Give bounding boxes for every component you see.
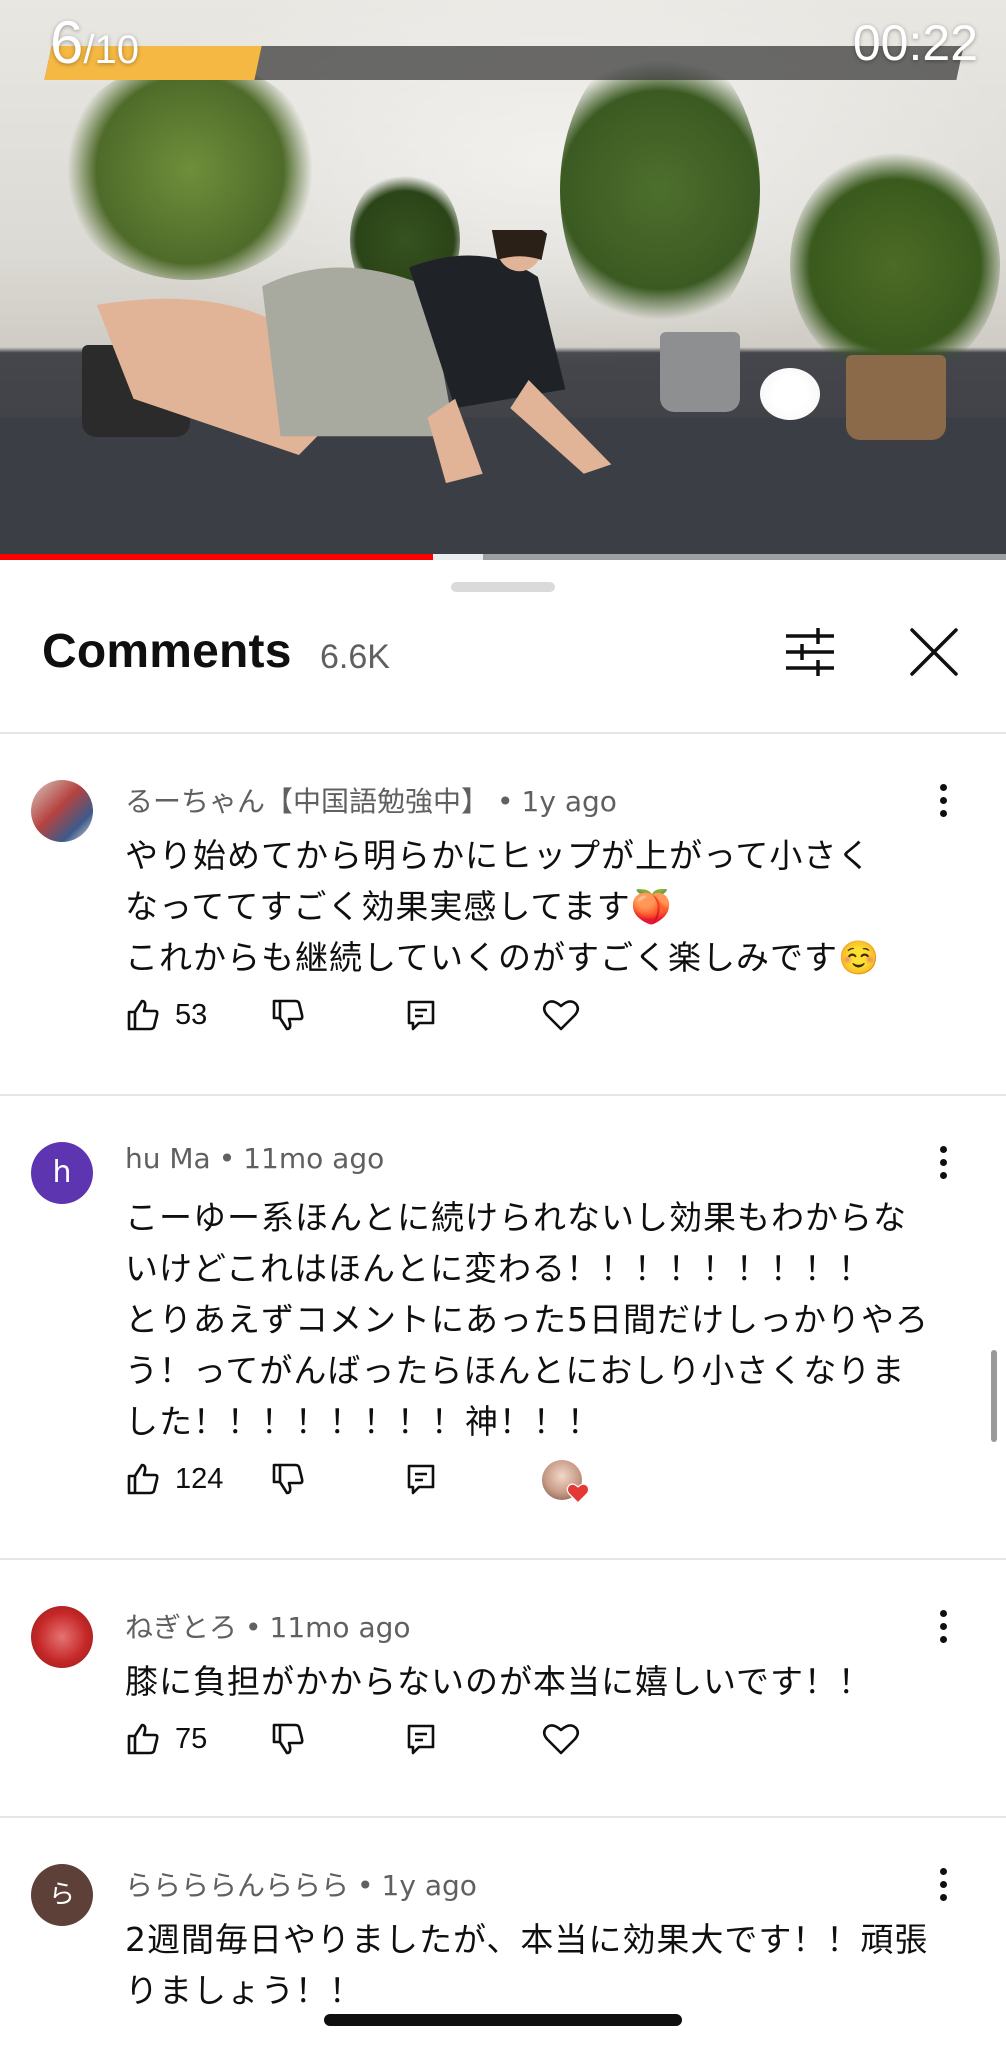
dislike-button[interactable]	[270, 990, 306, 1040]
reply-button[interactable]	[403, 990, 439, 1040]
comment-meta: hu Ma • 11mo ago	[125, 1142, 385, 1175]
like-button[interactable]: 124	[125, 1454, 223, 1504]
comment-time: 1y ago	[381, 1869, 477, 1902]
more-button[interactable]	[928, 1604, 958, 1652]
set-total: /10	[83, 28, 139, 72]
reply-icon	[407, 1464, 435, 1495]
sort-filter-button[interactable]	[780, 622, 840, 682]
sliders-icon	[786, 628, 834, 676]
comment-actions: 53	[125, 990, 625, 1040]
more-vertical-icon	[928, 1868, 958, 1901]
reply-button[interactable]	[403, 1454, 439, 1504]
comment-line: りましょう！！	[125, 1971, 363, 2010]
thumbs-down-icon	[272, 1723, 304, 1755]
avatar[interactable]: ら	[31, 1864, 93, 1926]
comment-time: 1y ago	[521, 785, 617, 818]
scrollbar[interactable]	[991, 1350, 997, 1442]
comment-meta: ららららんららら • 1y ago	[125, 1869, 477, 1902]
comment-line: こーゆー系ほんとに続けられないし効果もわからな	[125, 1198, 907, 1237]
comment-line: 膝に負担がかからないのが本当に嬉しいです！！	[125, 1662, 873, 1701]
comment-actions: 75	[125, 1714, 625, 1764]
comments-header: Comments 6.6K	[0, 620, 1006, 694]
thumbs-down-icon	[272, 1463, 304, 1495]
creator-heart-badge	[542, 1454, 592, 1504]
comment-author[interactable]: るーちゃん【中国語勉強中】	[125, 785, 489, 818]
like-count: 124	[175, 1462, 224, 1495]
video-player[interactable]: 6/10 00:22	[0, 0, 1006, 560]
heart-button[interactable]	[542, 1714, 580, 1764]
exercise-timer: 00:22	[852, 15, 978, 71]
comment-meta: るーちゃん【中国語勉強中】 • 1y ago	[125, 785, 617, 818]
comment-meta: ねぎとろ • 11mo ago	[125, 1611, 411, 1644]
heart-button[interactable]	[542, 990, 580, 1040]
pot-right	[846, 355, 946, 440]
comment-actions: 124	[125, 1454, 625, 1504]
more-vertical-icon	[928, 1146, 958, 1179]
comment-text: やり始めてから明らかにヒップが上がって小さく なっててすごく効果実感してます🍑 …	[125, 830, 945, 983]
header-divider	[0, 732, 1006, 734]
like-count: 53	[175, 998, 208, 1031]
avatar[interactable]	[31, 1606, 93, 1668]
dislike-button[interactable]	[270, 1714, 306, 1764]
comment-divider	[0, 1816, 1006, 1818]
thumbs-up-icon	[127, 1723, 159, 1755]
comments-count: 6.6K	[320, 638, 390, 676]
comment-divider	[0, 1558, 1006, 1560]
comment-author[interactable]: ららららんららら	[125, 1869, 349, 1902]
comment-line: とりあえずコメントにあった5日間だけしっかりやろ	[125, 1300, 929, 1339]
more-button[interactable]	[928, 1862, 958, 1910]
home-indicator[interactable]	[324, 2014, 682, 2026]
comment-text: 膝に負担がかからないのが本当に嬉しいです！！	[125, 1656, 945, 1707]
comment-time: 11mo ago	[243, 1142, 385, 1175]
thumbs-up-icon	[127, 999, 159, 1031]
thumbs-up-icon	[127, 1463, 159, 1495]
comments-sheet: Comments 6.6K るーちゃん【中国語勉強中】 • 1y ago やり始…	[0, 560, 1006, 2048]
comment-line: 2週間毎日やりましたが、本当に効果大です！！頑張	[125, 1920, 929, 1959]
comment-line: なっててすごく効果実感してます🍑	[125, 887, 673, 926]
comment-author[interactable]: ねぎとろ	[125, 1611, 237, 1644]
comment-line: う！ってがんばったらほんとにおしり小さくなりま	[125, 1351, 906, 1390]
like-count: 75	[175, 1722, 208, 1755]
comment-time: 11mo ago	[269, 1611, 411, 1644]
more-button[interactable]	[928, 778, 958, 826]
dislike-button[interactable]	[270, 1454, 306, 1504]
comment-line: した！！！！！！！！神！！！	[125, 1402, 601, 1441]
comment-text: 2週間毎日やりましたが、本当に効果大です！！頑張 りましょう！！	[125, 1914, 945, 2016]
set-current: 6	[50, 9, 84, 76]
heart-icon	[566, 1483, 590, 1504]
heart-icon	[542, 1000, 580, 1031]
reply-icon	[407, 1724, 435, 1755]
set-counter: 6/10	[50, 8, 139, 77]
avatar[interactable]: h	[31, 1142, 93, 1204]
comment-line: いけどこれはほんとに変わる！！！！！！！！！	[125, 1249, 873, 1288]
reply-button[interactable]	[403, 1714, 439, 1764]
comment-divider	[0, 1094, 1006, 1096]
reply-icon	[407, 1000, 435, 1031]
close-button[interactable]	[902, 620, 966, 684]
drag-handle[interactable]	[451, 582, 555, 592]
lamp-right	[760, 368, 820, 420]
more-vertical-icon	[928, 784, 958, 817]
close-icon	[910, 628, 958, 676]
more-button[interactable]	[928, 1140, 958, 1188]
comments-title: Comments	[42, 625, 292, 678]
comment-text: こーゆー系ほんとに続けられないし効果もわからな いけどこれはほんとに変わる！！！…	[125, 1192, 945, 1447]
like-button[interactable]: 75	[125, 1714, 207, 1764]
thumbs-down-icon	[272, 999, 304, 1031]
comment-line: これからも継続していくのがすごく楽しみです☺️	[125, 938, 881, 977]
heart-icon	[542, 1724, 580, 1755]
comment-author[interactable]: hu Ma	[125, 1142, 211, 1175]
comment-line: やり始めてから明らかにヒップが上がって小さく	[125, 836, 872, 875]
like-button[interactable]: 53	[125, 990, 207, 1040]
plant-right	[790, 150, 1000, 380]
set-progress-bar	[44, 46, 964, 80]
more-vertical-icon	[928, 1610, 958, 1643]
instructor-figure	[96, 230, 612, 484]
avatar[interactable]	[31, 780, 93, 842]
